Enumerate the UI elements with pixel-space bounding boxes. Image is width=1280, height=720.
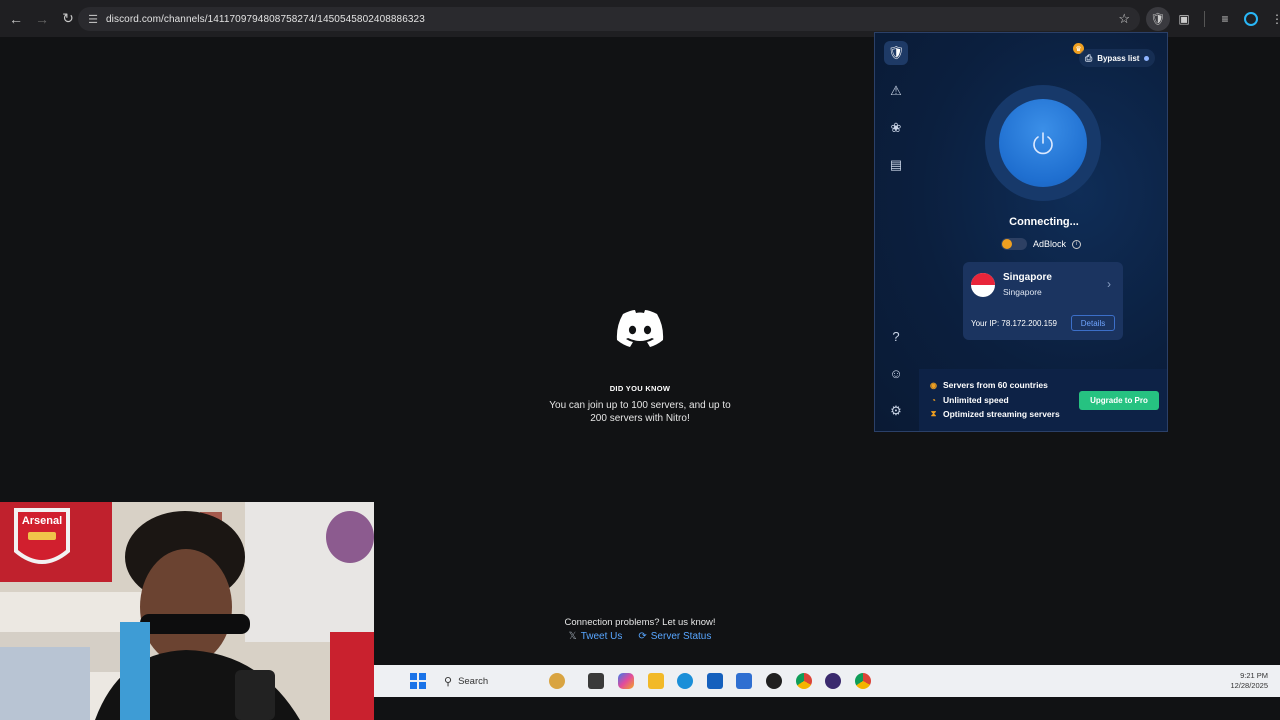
power-button[interactable]	[999, 99, 1087, 187]
promo-panel: ◉ Servers from 60 countries ◔ Unlimited …	[919, 369, 1167, 431]
tweet-us-label: Tweet Us	[580, 631, 623, 642]
bypass-list-label: Bypass list	[1097, 53, 1140, 63]
address-bar[interactable]: ☰ discord.com/channels/14117097948087582…	[78, 7, 1140, 31]
clock-time: 9:21 PM	[1240, 671, 1268, 680]
reload-icon[interactable]: ↻	[56, 7, 80, 31]
did-you-know-heading: DID YOU KNOW	[609, 384, 671, 393]
server-status-label: Server Status	[650, 631, 712, 642]
vpn-popup: 🛡 ⚠ ❀ ▤ ? ☺ ⚙ ♛ ⎙ Bypass list Connecting…	[874, 32, 1168, 432]
location-card[interactable]: Singapore Singapore › Your IP: 78.172.20…	[963, 262, 1123, 340]
back-icon[interactable]: ←	[4, 7, 28, 31]
news-icon[interactable]: ▤	[884, 153, 908, 177]
obs-icon[interactable]	[825, 673, 841, 689]
singapore-flag-icon	[971, 273, 995, 297]
url-text[interactable]: discord.com/channels/1411709794808758274…	[106, 14, 425, 25]
chevron-right-icon: ›	[1107, 277, 1111, 291]
svg-text:Arsenal: Arsenal	[22, 515, 62, 527]
taskbar: ⚲ Search 9:21 PM 12/28/2025	[374, 665, 1280, 697]
reading-list-icon[interactable]: ≡	[1213, 7, 1237, 31]
promo-line-3: ⧗ Optimized streaming servers	[929, 409, 1060, 419]
vpn-extension-icon[interactable]: 🛡	[1146, 7, 1170, 31]
ip-address: Your IP: 78.172.200.159	[971, 319, 1057, 328]
mail-icon[interactable]	[736, 673, 752, 689]
adblock-row: AdBlock i	[1001, 238, 1082, 250]
info-icon[interactable]: i	[1072, 239, 1082, 249]
upgrade-to-pro-button[interactable]: Upgrade to Pro	[1079, 391, 1159, 410]
help-icon[interactable]: ?	[884, 324, 908, 348]
widgets-icon[interactable]	[549, 673, 565, 689]
clock[interactable]: 9:21 PM 12/28/2025	[1230, 671, 1268, 691]
server-status-link[interactable]: ⟳ Server Status	[638, 631, 711, 642]
extensions-puzzle-icon[interactable]: ▣	[1172, 7, 1196, 31]
account-icon[interactable]: ☺	[884, 361, 908, 385]
bug-icon[interactable]: ❀	[884, 116, 908, 140]
vpn-side-rail: 🛡 ⚠ ❀ ▤ ? ☺ ⚙	[875, 33, 919, 431]
chrome-icon[interactable]	[796, 673, 812, 689]
search-icon: ⚲	[444, 675, 453, 688]
adblock-toggle[interactable]	[1001, 238, 1027, 250]
promo-line-2-text: Unlimited speed	[943, 395, 1009, 405]
menu-kebab-icon[interactable]: ⋮	[1265, 7, 1280, 31]
taskbar-search-label: Search	[458, 675, 489, 687]
connection-status: Connecting...	[1009, 216, 1079, 228]
settings-gear-icon[interactable]: ⚙	[884, 399, 908, 423]
x-logo-icon: 𝕏	[568, 631, 577, 642]
status-icon: ⟳	[638, 631, 647, 642]
edge-icon[interactable]	[677, 673, 693, 689]
bookmark-star-icon[interactable]: ☆	[1118, 11, 1130, 27]
forward-icon[interactable]: →	[30, 7, 54, 31]
streaming-icon: ⧗	[930, 409, 937, 418]
webcam-overlay: Arsenal	[0, 502, 374, 720]
did-you-know-tip: You can join up to 100 servers, and up t…	[549, 400, 731, 424]
power-icon	[1033, 132, 1053, 155]
bypass-list-button[interactable]: ⎙ Bypass list	[1079, 49, 1156, 67]
store-icon[interactable]	[707, 673, 723, 689]
toolbar-divider	[1204, 11, 1205, 27]
tweet-us-link[interactable]: 𝕏 Tweet Us	[569, 631, 623, 642]
copilot-icon[interactable]	[618, 673, 634, 689]
screen: ← → ↻ ☰ discord.com/channels/14117097948…	[0, 0, 1280, 720]
connection-problems-text: Connection problems? Let us know!	[564, 617, 716, 628]
globe-icon: ◉	[930, 380, 937, 390]
promo-line-1: ◉ Servers from 60 countries	[929, 380, 1048, 390]
promo-line-2: ◔ Unlimited speed	[929, 395, 1009, 405]
promo-line-1-text: Servers from 60 countries	[943, 380, 1048, 390]
webcam-image: Arsenal	[0, 502, 374, 720]
file-explorer-icon[interactable]	[648, 673, 664, 689]
start-windows-icon[interactable]	[410, 673, 426, 689]
speed-icon: ◔	[931, 395, 936, 405]
vpn-shield-icon[interactable]: 🛡	[884, 41, 908, 65]
chrome-profile-icon[interactable]	[855, 673, 871, 689]
task-view-icon[interactable]	[588, 673, 604, 689]
details-button[interactable]: Details	[1071, 315, 1115, 331]
location-sub: Singapore	[1003, 287, 1042, 297]
connection-links: 𝕏 Tweet Us ⟳ Server Status	[540, 631, 740, 642]
location-name: Singapore	[1003, 272, 1052, 283]
site-info-icon[interactable]: ☰	[82, 8, 104, 30]
bypass-icon: ⎙	[1085, 52, 1093, 63]
alarm-siren-icon[interactable]: ⚠	[884, 79, 908, 103]
adblock-label: AdBlock	[1033, 239, 1067, 249]
profile-avatar-icon[interactable]	[1239, 7, 1263, 31]
discord-logo-icon	[615, 308, 665, 348]
bypass-status-dot	[1144, 55, 1150, 61]
discord-loading: DID YOU KNOW You can join up to 100 serv…	[540, 290, 740, 425]
promo-line-3-text: Optimized streaming servers	[943, 409, 1060, 419]
app-icon[interactable]	[766, 673, 782, 689]
clock-date: 12/28/2025	[1230, 681, 1268, 690]
extensions-area: 🛡 ▣ ≡ ⋮	[1146, 7, 1280, 31]
